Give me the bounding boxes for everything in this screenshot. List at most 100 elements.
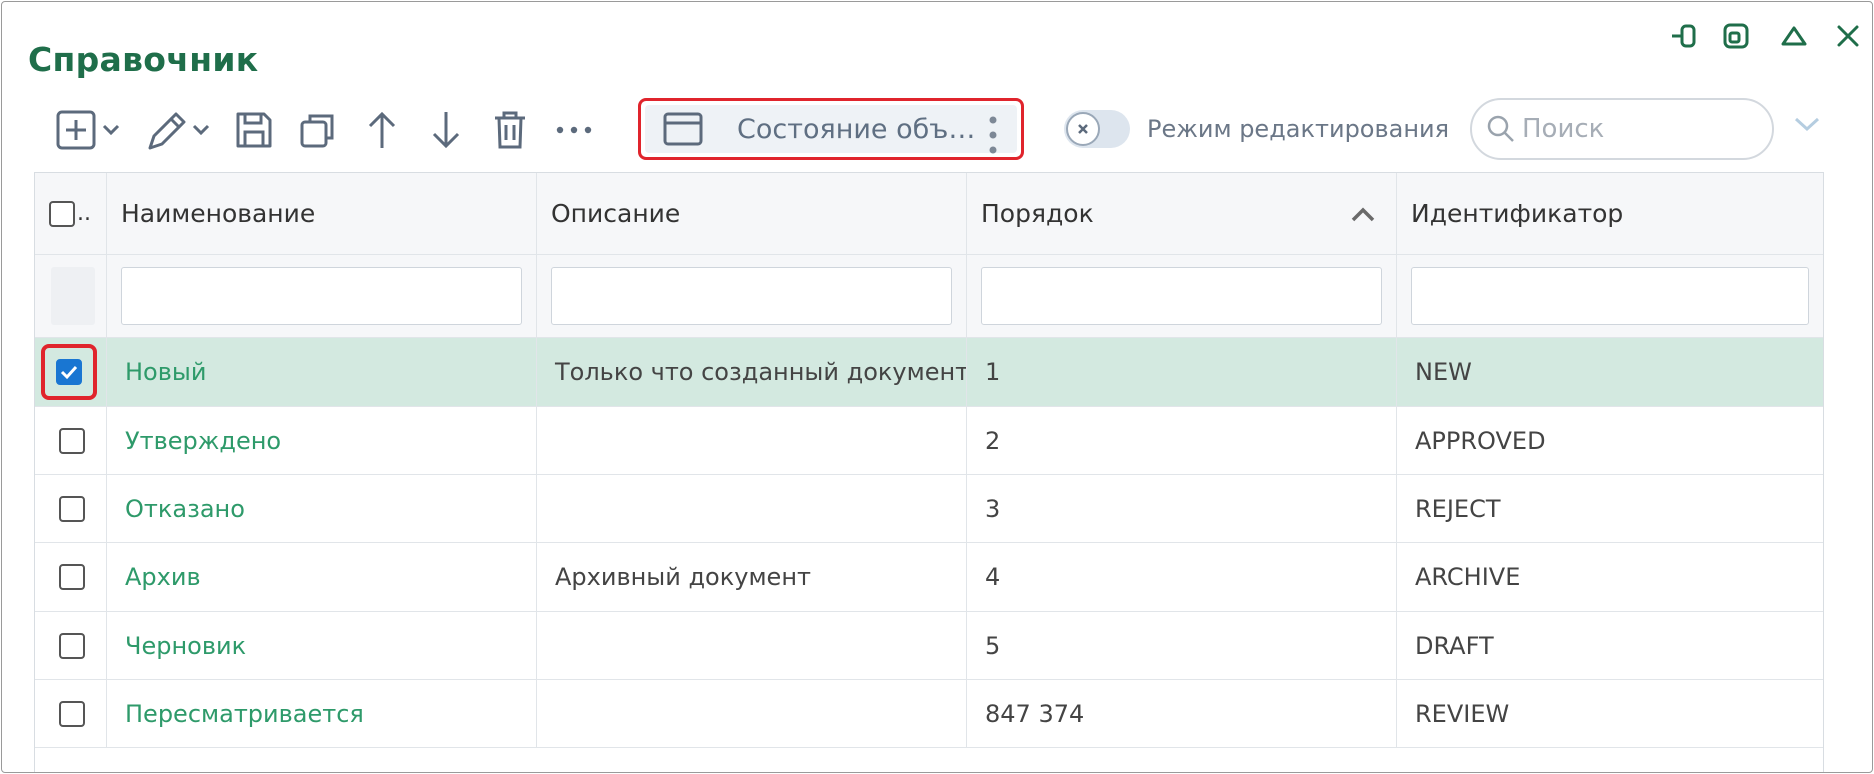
filter-input-name[interactable] [121,267,522,325]
dictionary-window: Справочник Состояние объ… Режим редактир… [1,1,1873,773]
restore-icon [1723,23,1749,49]
row-identifier: DRAFT [1415,631,1494,660]
column-header-order[interactable]: Порядок [967,173,1397,254]
object-type-label: Состояние объ… [737,113,976,145]
restore-button[interactable] [1716,16,1756,56]
table-row[interactable]: Архив Архивный документ 4 ARCHIVE [35,543,1823,612]
row-description: Архивный документ [537,543,967,611]
filter-cell-name [107,255,537,337]
row-identifier: REVIEW [1415,699,1510,728]
copy-button[interactable] [296,106,340,154]
filter-input-identifier[interactable] [1411,267,1809,325]
filter-stub [51,267,95,325]
filter-cell-identifier [1397,255,1823,337]
row-name[interactable]: Утверждено [107,407,537,474]
row-order: 4 [967,543,1397,611]
page-title: Справочник [28,40,259,79]
table-header: .. Наименование Описание Порядок Идентиф… [35,173,1823,255]
save-button[interactable] [232,106,276,154]
delete-icon [495,111,525,149]
column-header-name[interactable]: Наименование [107,173,537,254]
close-icon [1837,25,1859,47]
filter-input-description[interactable] [551,267,952,325]
select-all-checkbox[interactable] [49,200,75,227]
more-icon [556,126,592,134]
toggle-knob [1066,112,1100,146]
column-header-description[interactable]: Описание [537,173,967,254]
row-checkbox-cell [35,338,107,406]
row-name[interactable]: Черновик [107,612,537,679]
filter-input-order[interactable] [981,267,1382,325]
column-header-label: Наименование [121,199,316,228]
edit-mode-label: Режим редактирования [1147,115,1450,143]
row-name[interactable]: Архив [107,543,537,611]
filter-row [35,255,1823,338]
row-description [537,407,967,474]
row-name[interactable]: Пересматривается [107,680,537,747]
arrow-up-icon [368,111,396,148]
row-description: Только что созданный документ [537,338,967,406]
row-checkbox[interactable] [56,359,82,385]
move-up-button[interactable] [362,106,402,154]
arrow-down-icon [432,112,460,149]
column-header-label: Порядок [981,199,1094,228]
close-button[interactable] [1828,16,1868,56]
chevron-down-icon [1794,117,1820,132]
row-description [537,680,967,747]
row-checkbox[interactable] [59,427,85,454]
table-row[interactable]: Новый Только что созданный документ 1 NE… [35,338,1823,407]
row-description [537,612,967,679]
search-box[interactable] [1470,98,1774,160]
row-checkbox-cell [35,407,107,474]
filter-cell-order [967,255,1397,337]
edit-mode-toggle[interactable] [1064,110,1130,148]
select-all-suffix: .. [77,201,91,226]
delete-button[interactable] [490,106,530,154]
vertical-more-icon[interactable] [987,115,999,155]
sort-asc-icon[interactable] [1350,205,1376,223]
collapse-icon [1781,26,1807,46]
row-order: 3 [967,475,1397,542]
filter-cell-description [537,255,967,337]
move-down-button[interactable] [426,106,466,154]
row-checkbox-cell [35,543,107,611]
row-checkbox-cell [35,475,107,542]
window-icon [663,112,703,146]
select-all-cell[interactable]: .. [35,173,107,254]
more-button[interactable] [552,106,596,154]
toggle-off-icon [1078,124,1088,134]
dictionary-table: .. Наименование Описание Порядок Идентиф… [34,172,1824,772]
checkmark-icon [60,365,78,380]
row-checkbox[interactable] [59,495,85,522]
row-checkbox-highlight [41,344,97,400]
object-type-selector-inner[interactable]: Состояние объ… [645,105,1017,155]
table-row[interactable]: Отказано 3 REJECT [35,475,1823,543]
column-header-identifier[interactable]: Идентификатор [1397,173,1823,254]
dock-button[interactable] [1664,16,1704,56]
row-checkbox[interactable] [59,564,85,590]
column-header-label: Описание [551,199,681,228]
row-identifier: NEW [1415,358,1472,386]
row-identifier: REJECT [1415,494,1501,523]
search-input[interactable] [1520,113,1740,145]
table-row[interactable]: Черновик 5 DRAFT [35,612,1823,680]
collapse-button[interactable] [1774,16,1814,56]
row-checkbox[interactable] [59,632,85,659]
save-icon [236,112,272,148]
table-row[interactable]: Пересматривается 847 374 REVIEW [35,680,1823,748]
object-type-selector[interactable]: Состояние объ… [638,98,1024,160]
row-name[interactable]: Новый [107,338,537,406]
row-order: 5 [967,612,1397,679]
table-row[interactable]: Утверждено 2 APPROVED [35,407,1823,475]
expand-button[interactable] [1792,114,1822,138]
row-checkbox-cell [35,612,107,679]
add-button[interactable] [54,106,126,154]
row-checkbox[interactable] [59,700,85,727]
row-description [537,475,967,542]
row-identifier: APPROVED [1415,426,1546,455]
row-identifier: ARCHIVE [1415,563,1521,591]
column-header-label: Идентификатор [1411,199,1624,228]
row-order: 2 [967,407,1397,474]
row-name[interactable]: Отказано [107,475,537,542]
edit-button[interactable] [144,106,216,154]
